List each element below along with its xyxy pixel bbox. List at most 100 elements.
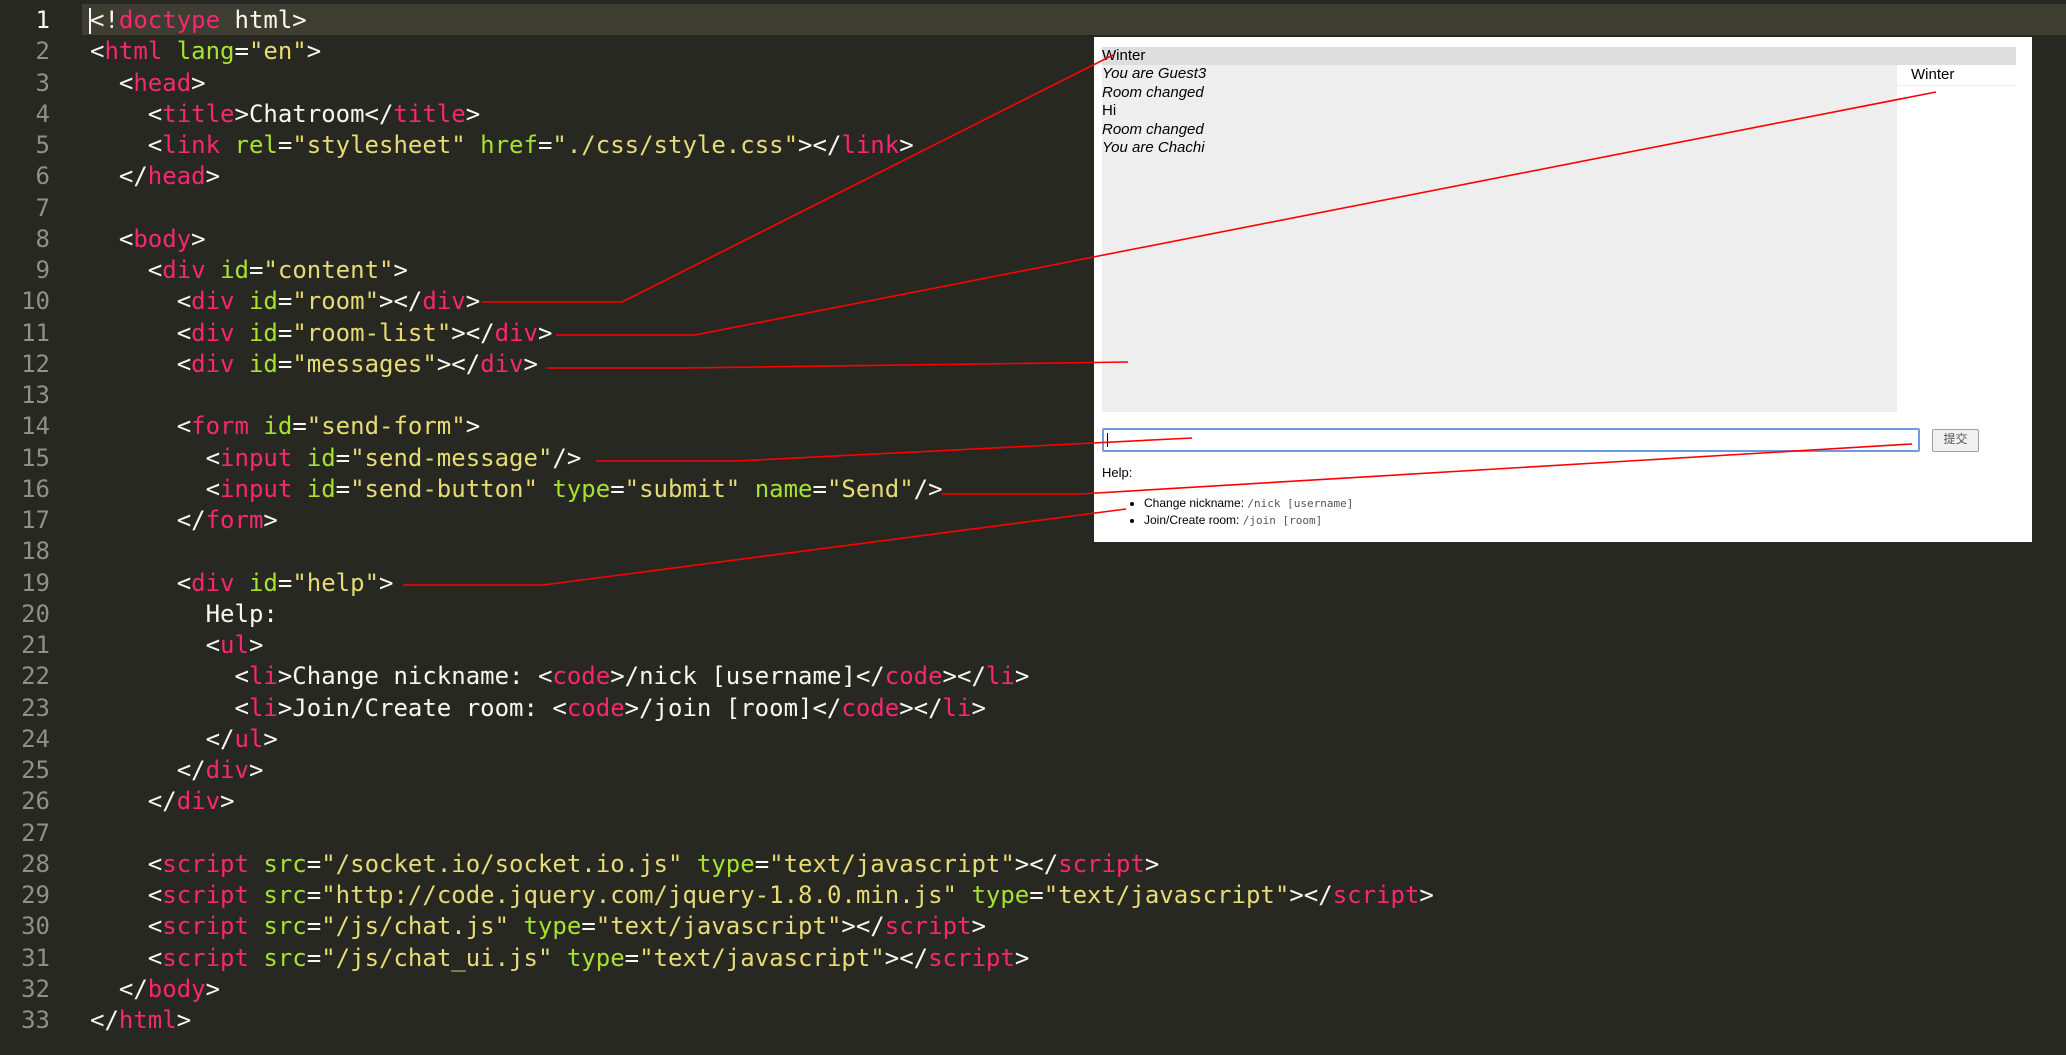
code-token: < bbox=[90, 412, 192, 441]
active-line-highlight bbox=[0, 4, 2066, 35]
code-token: input bbox=[220, 443, 293, 472]
code-token: > bbox=[205, 974, 221, 1003]
code-token: script bbox=[884, 912, 972, 941]
line-number: 20 bbox=[21, 599, 50, 628]
code-token: ul bbox=[234, 724, 264, 753]
code-line: <ul> bbox=[90, 630, 264, 661]
code-token: </ bbox=[90, 1006, 119, 1034]
code-line: <script src="/socket.io/socket.io.js" ty… bbox=[90, 849, 1160, 880]
code-token: Help: bbox=[90, 599, 278, 628]
code-token: > bbox=[205, 162, 221, 191]
code-token: < bbox=[90, 131, 163, 159]
code-token: name bbox=[754, 474, 813, 503]
code-line: <input id="send-message"/> bbox=[90, 443, 582, 474]
code-token: < bbox=[90, 943, 163, 972]
code-token: = bbox=[335, 443, 351, 472]
code-token: > bbox=[1014, 662, 1030, 691]
code-token: < bbox=[90, 68, 134, 97]
code-token: script bbox=[1332, 881, 1420, 909]
annotation-line-room bbox=[482, 54, 1114, 303]
code-token: id bbox=[220, 256, 249, 284]
code-line: <li>Join/Create room: <code>/join [room]… bbox=[90, 693, 985, 724]
code-token: ></ bbox=[379, 287, 423, 316]
room-list-item[interactable]: Winter bbox=[1897, 65, 2016, 86]
code-token: id bbox=[306, 443, 336, 472]
code-token: script bbox=[162, 943, 249, 972]
code-line: <body> bbox=[90, 224, 206, 255]
room-title: Winter bbox=[1102, 47, 2016, 65]
line-number: 15 bbox=[21, 443, 50, 472]
send-message-input[interactable] bbox=[1102, 428, 1920, 452]
code-token: "en" bbox=[248, 37, 307, 66]
code-token: > bbox=[191, 68, 206, 97]
code-token: body bbox=[147, 974, 206, 1003]
line-number: 27 bbox=[21, 818, 50, 847]
code-token: src bbox=[263, 943, 307, 972]
code-token: script bbox=[928, 943, 1015, 972]
code-token: < bbox=[90, 256, 163, 284]
code-token: div bbox=[191, 568, 235, 597]
system-message: Room changed bbox=[1102, 83, 1204, 101]
code-token: > bbox=[191, 224, 206, 253]
code-token: doctype bbox=[118, 6, 221, 34]
line-number: 1 bbox=[35, 6, 50, 34]
help-item-nickname: Change nickname: /nick [username] bbox=[1144, 495, 1353, 512]
code-token: div bbox=[494, 318, 538, 347]
code-token: >Chatroom</ bbox=[234, 99, 394, 128]
system-message: You are Guest3 bbox=[1102, 65, 1207, 82]
code-token: title bbox=[393, 99, 466, 128]
code-token: "stylesheet" bbox=[292, 131, 466, 159]
code-token: "send-button" bbox=[350, 474, 538, 503]
line-number: 2 bbox=[35, 37, 50, 66]
code-token: src bbox=[263, 881, 307, 909]
line-number: 28 bbox=[21, 849, 50, 878]
code-token: = bbox=[277, 568, 293, 597]
code-token: title bbox=[162, 99, 235, 128]
code-line: <div id="room-list"></div> bbox=[90, 318, 553, 349]
code-token: head bbox=[147, 162, 206, 191]
code-line: <li>Change nickname: <code>/nick [userna… bbox=[90, 661, 1029, 692]
code-token: </ bbox=[90, 162, 148, 191]
code-token: id bbox=[248, 318, 278, 347]
room-list: Winter bbox=[1897, 65, 2016, 412]
code-token: = bbox=[610, 474, 625, 503]
code-token: = bbox=[277, 287, 293, 316]
code-token: "messages" bbox=[292, 349, 437, 378]
line-number: 19 bbox=[21, 568, 50, 597]
code-token: > bbox=[899, 131, 914, 159]
code-token: "room" bbox=[292, 287, 380, 316]
code-token: < bbox=[90, 287, 192, 316]
send-button[interactable]: 提交 bbox=[1932, 429, 1979, 452]
code-line: <div id="messages"></div> bbox=[90, 349, 538, 380]
code-token: ul bbox=[220, 631, 249, 659]
code-line: </body> bbox=[90, 974, 220, 1005]
code-token: > bbox=[248, 631, 264, 659]
code-token: div bbox=[191, 287, 235, 316]
code-token: form bbox=[205, 506, 264, 534]
code-token: > bbox=[263, 724, 278, 753]
line-number: 33 bbox=[21, 1006, 50, 1034]
code-token: = bbox=[306, 943, 322, 972]
line-number: 3 bbox=[35, 68, 50, 97]
code-token: ></ bbox=[1289, 881, 1333, 909]
line-number: 11 bbox=[21, 318, 50, 347]
code-token: "/socket.io/socket.io.js" bbox=[321, 849, 683, 878]
code-token: div bbox=[162, 256, 206, 284]
code-token: "text/javascript" bbox=[1043, 881, 1290, 909]
code-line: </head> bbox=[90, 161, 220, 192]
code-token: > bbox=[465, 412, 481, 441]
code-token: > bbox=[971, 912, 986, 941]
code-token: rel bbox=[234, 131, 278, 159]
code-token: > bbox=[393, 256, 408, 284]
code-token: "help" bbox=[292, 568, 380, 597]
code-token: = bbox=[581, 912, 596, 941]
